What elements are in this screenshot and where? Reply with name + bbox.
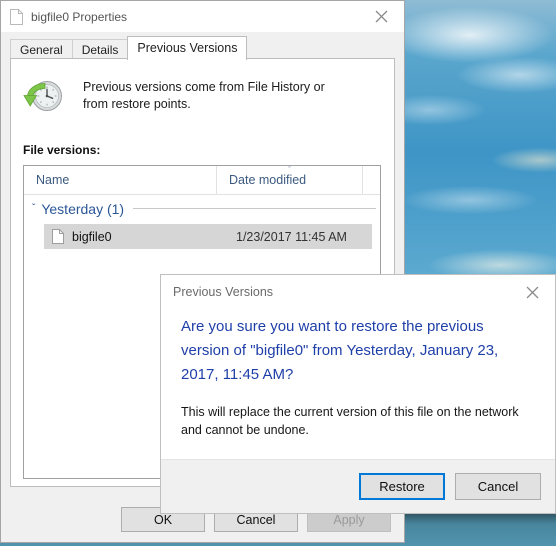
column-header-name-label: Name xyxy=(36,173,70,187)
tab-details[interactable]: Details xyxy=(71,39,129,60)
close-icon[interactable] xyxy=(359,1,404,32)
properties-titlebar: bigfile0 Properties xyxy=(1,1,404,32)
restore-button[interactable]: Restore xyxy=(359,473,445,500)
list-item-name: bigfile0 xyxy=(72,229,112,244)
dialog-cancel-button[interactable]: Cancel xyxy=(455,473,541,500)
panel-description-row: Previous versions come from File History… xyxy=(23,75,353,117)
dialog-main-text: Are you sure you want to restore the pre… xyxy=(181,318,499,383)
chevron-down-icon: ˇ xyxy=(288,165,291,175)
divider xyxy=(133,208,376,209)
clock-restore-icon xyxy=(23,81,62,111)
column-header-spacer xyxy=(362,166,380,194)
list-item-date-modified: 1/23/2017 11:45 AM xyxy=(236,229,347,244)
dialog-title: Previous Versions xyxy=(173,285,274,299)
close-icon[interactable] xyxy=(510,275,555,309)
list-group-label: Yesterday (1) xyxy=(41,200,125,217)
column-header-date-modified-label: Date modified xyxy=(229,173,307,187)
previous-versions-confirm-dialog: Previous Versions Are you sure you want … xyxy=(160,274,556,514)
dialog-body: Are you sure you want to restore the pre… xyxy=(161,309,555,439)
column-header-name[interactable]: Name xyxy=(24,166,216,194)
list-group-header[interactable]: ˇ Yesterday (1) xyxy=(24,195,380,222)
panel-description: Previous versions come from File History… xyxy=(83,80,325,111)
list-header: Name ˇ Date modified xyxy=(24,166,380,195)
column-header-date-modified[interactable]: ˇ Date modified xyxy=(216,166,362,194)
tab-previous-versions[interactable]: Previous Versions xyxy=(127,36,248,60)
file-versions-label: File versions: xyxy=(23,143,101,157)
page-title: bigfile0 Properties xyxy=(31,9,128,24)
tabstrip: General Details Previous Versions xyxy=(10,36,404,60)
chevron-down-icon: ˇ xyxy=(32,202,36,214)
document-icon xyxy=(10,8,23,25)
list-item[interactable]: bigfile0 1/23/2017 11:45 AM xyxy=(44,224,372,249)
tab-general[interactable]: General xyxy=(10,39,73,60)
dialog-sub-text: This will replace the current version of… xyxy=(181,405,519,437)
document-icon xyxy=(52,229,64,244)
dialog-titlebar: Previous Versions xyxy=(161,275,555,309)
dialog-button-bar: Restore Cancel xyxy=(161,459,555,513)
